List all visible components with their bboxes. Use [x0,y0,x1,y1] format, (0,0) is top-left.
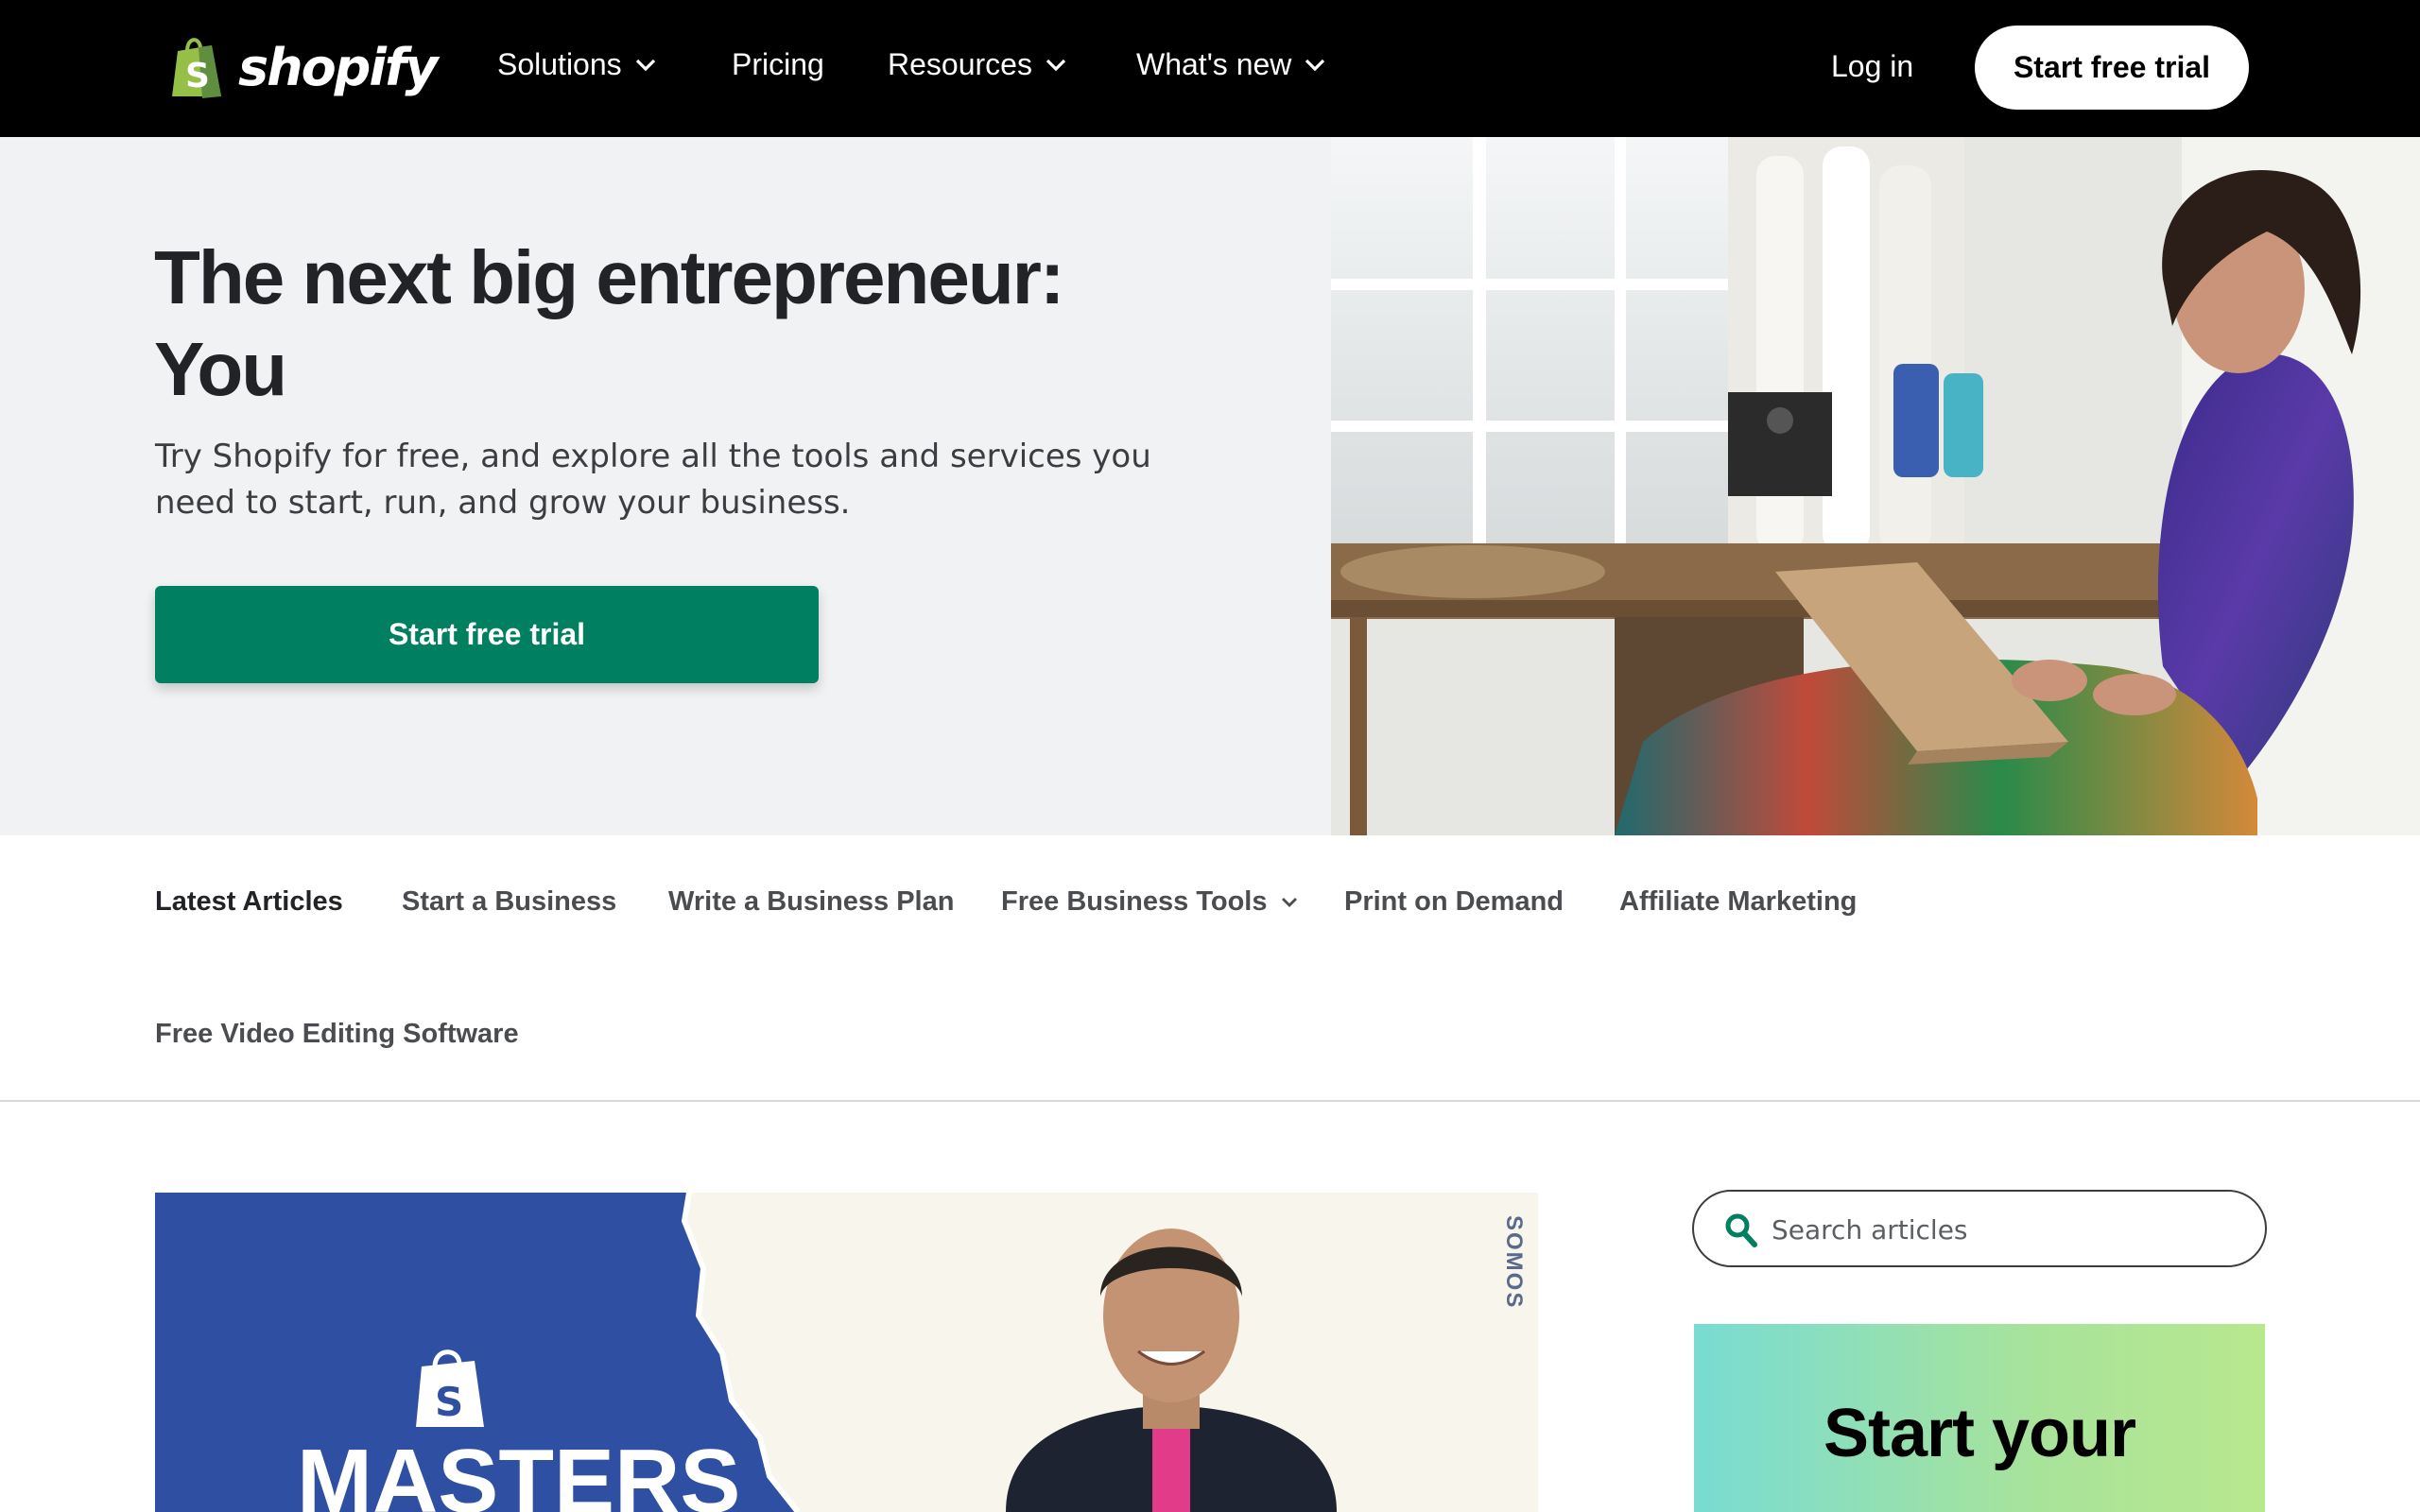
subnav-write-a-business-plan[interactable]: Write a Business Plan [668,886,954,918]
hero-title-line: The next big entrepreneur: [154,235,1064,319]
subnav-label: Latest Articles [155,886,343,917]
subnav-latest-articles[interactable]: Latest Articles [155,886,343,918]
nav-label: What's new [1136,47,1292,81]
nav-label: Resources [888,47,1032,81]
subnav-label: Affiliate Marketing [1619,886,1858,917]
nav-label: Solutions [497,47,622,81]
chevron-down-icon [1281,897,1297,907]
shopify-bag-icon: S [172,38,221,98]
masters-banner-text: MASTERS [297,1431,740,1512]
hero-image [1331,137,2420,835]
subnav-label: Free Video Editing Software [155,1019,519,1049]
nav-whats-new[interactable]: What's new [1136,47,1325,82]
subnav-print-on-demand[interactable]: Print on Demand [1344,886,1564,918]
badge-letter: S [435,1379,463,1425]
chevron-down-icon [635,59,655,71]
nav-solutions[interactable]: Solutions [497,47,656,82]
chevron-down-icon [1046,59,1066,71]
logo-wordmark: shopify [238,37,439,97]
subnav-label: Write a Business Plan [668,886,955,917]
section-divider [0,1100,2420,1102]
featured-article-image[interactable]: S MASTERS SOMOS [155,1193,1538,1512]
start-your-business-promo[interactable]: Start your [1694,1324,2265,1512]
search-icon [1725,1213,1757,1247]
subnav-free-business-tools[interactable]: Free Business Tools [1001,886,1298,918]
somos-side-text: SOMOS [1501,1215,1527,1309]
nav-pricing[interactable]: Pricing [732,47,824,82]
shopify-logo[interactable]: S shopify [168,32,439,102]
search-input[interactable] [1772,1209,2244,1250]
bag-letter: S [185,57,210,95]
nav-label: Pricing [732,47,824,81]
subnav-affiliate-marketing[interactable]: Affiliate Marketing [1619,886,1857,918]
promo-title: Start your [1823,1396,2136,1471]
hero-start-free-trial-button[interactable]: Start free trial [155,586,819,683]
chevron-down-icon [1305,59,1325,71]
featured-article-art: S MASTERS SOMOS [155,1193,1538,1512]
start-free-trial-button[interactable]: Start free trial [1975,26,2249,110]
subnav-free-video-editing-software[interactable]: Free Video Editing Software [155,1019,519,1050]
subnav-start-a-business[interactable]: Start a Business [402,886,616,918]
subnav-label: Print on Demand [1344,886,1564,917]
login-link[interactable]: Log in [1831,49,1913,84]
subnav-label: Start a Business [402,886,617,917]
search-articles-box[interactable] [1692,1190,2267,1267]
hero-title-line: You [154,327,287,411]
hero-subtitle: Try Shopify for free, and explore all th… [155,438,1151,522]
top-navigation: S shopify Solutions Pricing Resources Wh… [0,0,2420,137]
nav-resources[interactable]: Resources [888,47,1066,82]
subnav-label: Free Business Tools [1001,886,1268,917]
hero-title: The next big entrepreneur: You [154,232,1241,415]
hero-illustration [1331,137,2420,835]
